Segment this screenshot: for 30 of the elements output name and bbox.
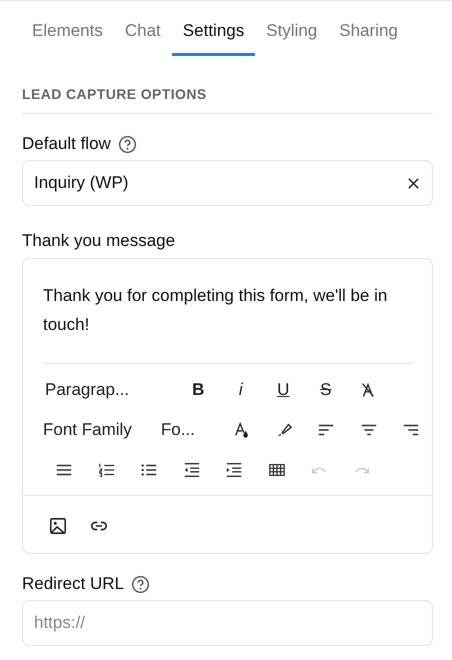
url-input[interactable]: https:// bbox=[22, 600, 433, 646]
field-label: Thank you message bbox=[22, 231, 176, 251]
message-text[interactable]: Thank you for completing this form, we'll be in touch! bbox=[23, 259, 432, 342]
block-format-dropdown[interactable]: Paragrap... bbox=[45, 380, 177, 400]
image-icon[interactable] bbox=[48, 517, 66, 535]
tab[interactable]: Styling bbox=[255, 17, 328, 56]
numbered-list-icon[interactable] bbox=[98, 461, 116, 479]
font-family-dropdown[interactable]: Font Family bbox=[43, 420, 161, 440]
italic-button[interactable]: i bbox=[220, 380, 262, 400]
field-label: Default flow bbox=[22, 134, 111, 154]
table-icon[interactable] bbox=[268, 461, 286, 479]
tab[interactable]: Chat bbox=[114, 17, 172, 56]
help-icon[interactable] bbox=[118, 134, 137, 154]
flow-select[interactable]: Inquiry (WP) bbox=[22, 160, 433, 206]
outdent-icon[interactable] bbox=[182, 461, 201, 479]
underline-button[interactable]: U bbox=[262, 380, 304, 400]
text-color-icon[interactable] bbox=[232, 421, 251, 439]
strikethrough-button[interactable]: S bbox=[304, 380, 347, 400]
select-value: Inquiry (WP) bbox=[34, 173, 128, 193]
clear-icon[interactable] bbox=[407, 176, 420, 190]
indent-icon[interactable] bbox=[225, 461, 244, 479]
bold-button[interactable]: B bbox=[177, 380, 220, 400]
tab[interactable]: Settings bbox=[172, 17, 256, 56]
section-title: LEAD CAPTURE OPTIONS bbox=[22, 86, 208, 102]
field-label: Redirect URL bbox=[22, 574, 124, 594]
tab[interactable]: Elements bbox=[21, 17, 114, 56]
help-icon[interactable] bbox=[131, 574, 150, 594]
font-size-dropdown[interactable]: Fo... bbox=[160, 420, 221, 440]
highlighter-icon[interactable] bbox=[275, 421, 294, 439]
tab[interactable]: Sharing bbox=[328, 17, 409, 56]
